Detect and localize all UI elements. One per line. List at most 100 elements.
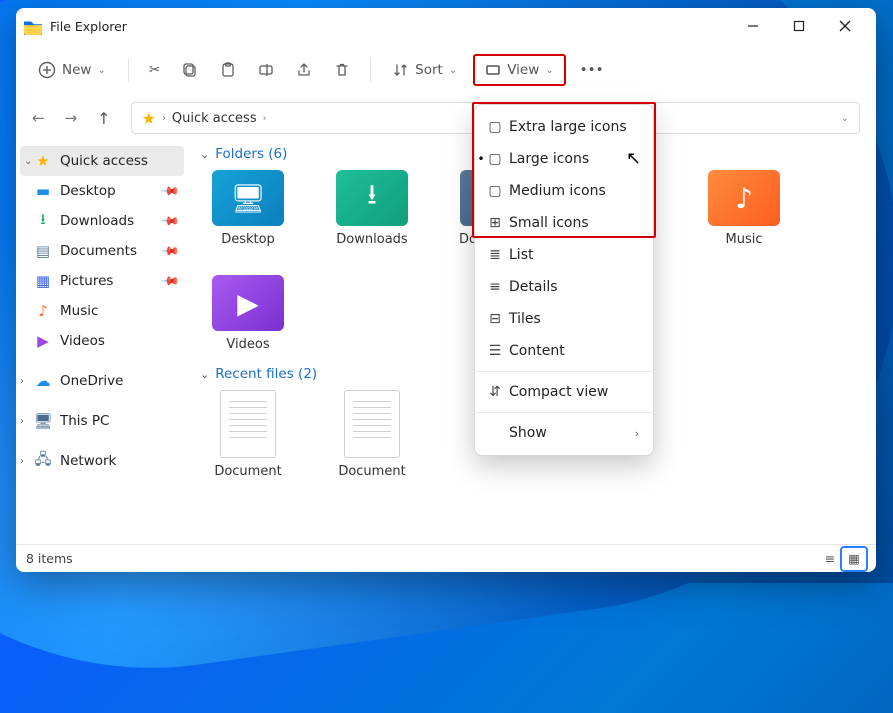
file-tile-document[interactable]: Document: [200, 390, 296, 479]
sidebar-item-label: Documents: [60, 243, 137, 259]
view-label: View: [507, 62, 539, 78]
menu-item-tiles[interactable]: ⊟ Tiles: [475, 303, 653, 335]
menu-item-label: Details: [509, 279, 558, 295]
menu-item-list[interactable]: ≣ List: [475, 239, 653, 271]
menu-item-details[interactable]: ≡ Details: [475, 271, 653, 303]
menu-separator: [475, 371, 653, 372]
share-button[interactable]: [288, 56, 320, 84]
chevron-right-icon: ›: [20, 456, 24, 467]
chevron-down-icon[interactable]: ⌄: [841, 113, 849, 124]
menu-item-label: Large icons: [509, 151, 589, 167]
sidebar-item-label: Music: [60, 303, 98, 319]
menu-item-label: Tiles: [509, 311, 541, 327]
pin-icon: 📌: [160, 211, 180, 231]
tile-label: Document: [214, 464, 281, 479]
menu-item-compact-view[interactable]: ⇵ Compact view: [475, 376, 653, 408]
paste-button[interactable]: [212, 56, 244, 84]
cut-button[interactable]: ✂: [141, 56, 168, 84]
sidebar-item-documents[interactable]: ▤ Documents 📌: [16, 236, 188, 266]
sidebar-item-downloads[interactable]: ⭳ Downloads 📌: [16, 206, 188, 236]
minimize-button[interactable]: [730, 10, 776, 42]
sidebar-item-network[interactable]: › 🖧 Network: [16, 446, 188, 476]
folder-tile-downloads[interactable]: ⭳ Downloads: [324, 170, 420, 247]
delete-button[interactable]: [326, 56, 358, 84]
sidebar-item-desktop[interactable]: ▬ Desktop 📌: [16, 176, 188, 206]
details-view-button[interactable]: ≡: [818, 548, 842, 570]
menu-item-label: Show: [509, 425, 547, 441]
sidebar: ⌄ ★ Quick access ▬ Desktop 📌 ⭳ Downloads…: [16, 140, 188, 544]
copy-icon: [182, 62, 198, 78]
up-button[interactable]: ↑: [97, 109, 110, 128]
sort-button[interactable]: Sort ⌄: [383, 56, 467, 84]
network-icon: 🖧: [34, 449, 52, 474]
status-bar: 8 items ≡ ▦: [16, 544, 876, 572]
forward-button[interactable]: →: [65, 109, 78, 127]
tile-label: Desktop: [221, 232, 275, 247]
view-menu: ▢ Extra large icons • ▢ Large icons ▢ Me…: [474, 104, 654, 456]
file-tile-document[interactable]: Document: [324, 390, 420, 479]
view-icon: [485, 62, 501, 78]
tile-label: Videos: [226, 337, 269, 352]
sort-label: Sort: [415, 62, 443, 78]
document-icon: [220, 390, 276, 458]
sidebar-item-onedrive[interactable]: › ☁ OneDrive: [16, 366, 188, 396]
content-icon: ☰: [487, 343, 503, 359]
sidebar-item-quick-access[interactable]: ⌄ ★ Quick access: [20, 146, 184, 176]
item-count: 8 items: [26, 551, 73, 566]
sidebar-item-label: Videos: [60, 333, 105, 349]
document-icon: ▤: [34, 242, 52, 260]
nav-row: ← → ↑ ★ › Quick access › ⌄ Search Quick …: [16, 96, 876, 140]
video-icon: ▶: [212, 275, 284, 331]
sidebar-item-this-pc[interactable]: › 🖥 This PC: [16, 406, 188, 436]
view-button[interactable]: View ⌄: [473, 54, 565, 86]
trash-icon: [334, 62, 350, 78]
rename-icon: [258, 62, 274, 78]
file-explorer-window: File Explorer New ⌄ ✂ Sort ⌄ View ⌄ •••: [16, 8, 876, 572]
new-button[interactable]: New ⌄: [28, 55, 116, 85]
screen-icon: ▢: [487, 119, 503, 135]
menu-item-show[interactable]: Show ›: [475, 417, 653, 449]
menu-item-label: List: [509, 247, 533, 263]
chevron-right-icon: ›: [20, 416, 24, 427]
sidebar-item-label: Network: [60, 453, 116, 469]
close-button[interactable]: [822, 10, 868, 42]
menu-item-label: Content: [509, 343, 565, 359]
large-icons-view-button[interactable]: ▦: [842, 548, 866, 570]
star-icon: ★: [34, 152, 52, 170]
back-button[interactable]: ←: [32, 109, 45, 127]
ellipsis-icon: •••: [580, 62, 604, 78]
sidebar-item-pictures[interactable]: ▦ Pictures 📌: [16, 266, 188, 296]
menu-item-small-icons[interactable]: ⊞ Small icons: [475, 207, 653, 239]
cloud-icon: ☁: [34, 372, 52, 390]
menu-item-large-icons[interactable]: • ▢ Large icons: [475, 143, 653, 175]
chevron-right-icon: ›: [635, 427, 639, 440]
chevron-down-icon: ⌄: [449, 65, 457, 76]
sidebar-item-videos[interactable]: ▶ Videos: [16, 326, 188, 356]
copy-button[interactable]: [174, 56, 206, 84]
sidebar-item-music[interactable]: ♪ Music: [16, 296, 188, 326]
tiles-icon: ⊟: [487, 311, 503, 327]
maximize-button[interactable]: [776, 10, 822, 42]
sidebar-item-label: OneDrive: [60, 373, 123, 389]
grid-icon: ⊞: [487, 215, 503, 231]
menu-item-label: Medium icons: [509, 183, 606, 199]
command-bar: New ⌄ ✂ Sort ⌄ View ⌄ •••: [16, 44, 876, 96]
more-button[interactable]: •••: [572, 56, 612, 84]
menu-item-content[interactable]: ☰ Content: [475, 335, 653, 367]
chevron-down-icon: ⌄: [200, 148, 209, 161]
rename-button[interactable]: [250, 56, 282, 84]
folder-tile-videos[interactable]: ▶ Videos: [200, 275, 296, 352]
chevron-down-icon: ⌄: [24, 156, 32, 167]
document-icon: [344, 390, 400, 458]
download-icon: ⭳: [336, 170, 408, 226]
pin-icon: 📌: [160, 181, 180, 201]
window-title: File Explorer: [50, 19, 127, 34]
menu-item-extra-large-icons[interactable]: ▢ Extra large icons: [475, 111, 653, 143]
folder-tile-music[interactable]: ♪ Music: [696, 170, 792, 247]
folder-tile-desktop[interactable]: 🖥 Desktop: [200, 170, 296, 247]
chevron-down-icon: ⌄: [200, 368, 209, 381]
menu-item-medium-icons[interactable]: ▢ Medium icons: [475, 175, 653, 207]
bullet-icon: •: [474, 152, 488, 166]
star-icon: ★: [142, 109, 156, 128]
screen-icon: ▢: [487, 151, 503, 167]
